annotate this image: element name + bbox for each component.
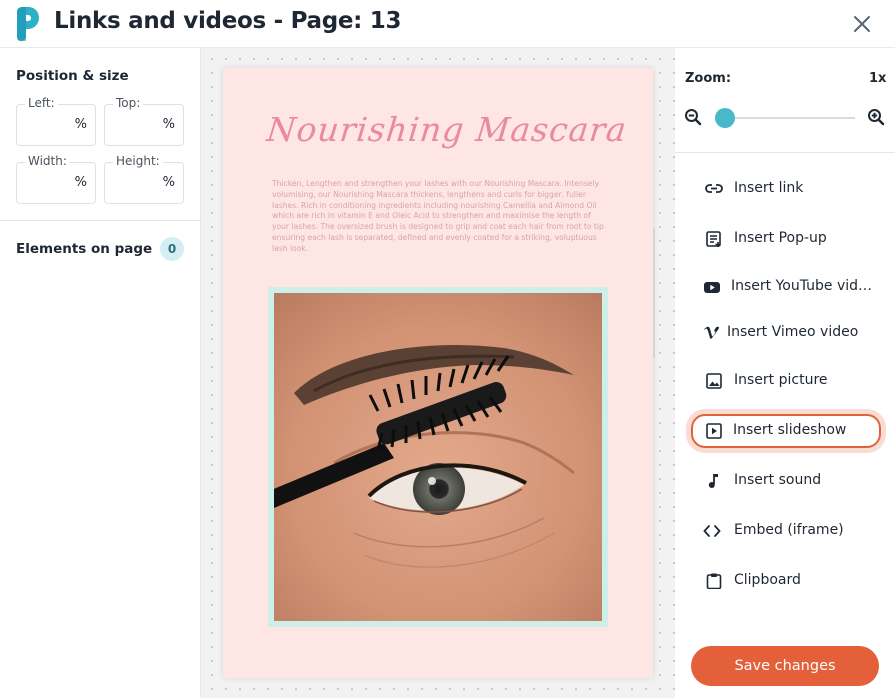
dialog-header: Links and videos - Page: 13 <box>0 0 895 48</box>
insert-sound-label: Insert sound <box>734 472 822 488</box>
height-field[interactable]: Height: % <box>104 154 184 204</box>
code-icon <box>703 525 721 537</box>
page-preview-title: Nourishing Mascara <box>264 110 630 149</box>
height-field-label: Height: <box>113 154 163 168</box>
height-field-unit: % <box>162 175 175 190</box>
left-field-label: Left: <box>25 96 58 110</box>
insert-slideshow-label: Insert slideshow <box>733 422 847 438</box>
slideshow-icon <box>706 423 722 439</box>
zoom-in-icon[interactable] <box>867 108 885 126</box>
insert-link-label: Insert link <box>734 180 804 196</box>
elements-on-page-title: Elements on page <box>16 241 153 257</box>
zoom-value: 1x <box>869 71 887 86</box>
clipboard-button[interactable]: Clipboard <box>691 564 881 598</box>
insert-slideshow-button[interactable]: Insert slideshow <box>691 414 881 448</box>
top-field[interactable]: Top: % <box>104 96 184 146</box>
right-divider <box>675 152 895 153</box>
left-divider <box>0 220 201 221</box>
zoom-slider-track[interactable] <box>715 117 855 119</box>
clipboard-label: Clipboard <box>734 572 801 588</box>
width-field-unit: % <box>74 175 87 190</box>
zoom-out-icon[interactable] <box>684 108 702 126</box>
insert-popup-button[interactable]: Insert Pop-up <box>691 222 881 256</box>
insert-picture-label: Insert picture <box>734 372 828 388</box>
clipboard-icon <box>706 573 722 589</box>
insert-picture-button[interactable]: Insert picture <box>691 364 881 398</box>
picture-icon <box>706 373 722 389</box>
insert-youtube-label: Insert YouTube video <box>731 278 873 294</box>
youtube-icon <box>704 282 720 293</box>
close-icon[interactable] <box>850 12 874 36</box>
save-changes-button[interactable]: Save changes <box>691 646 879 686</box>
popup-icon <box>706 231 721 247</box>
position-size-title: Position & size <box>16 68 129 84</box>
right-panel: Zoom: 1x Insert link Insert Pop-up Inser… <box>675 48 895 698</box>
zoom-slider-thumb[interactable] <box>715 108 735 128</box>
left-panel: Position & size Left: % Top: % Width: % … <box>0 48 201 698</box>
width-field[interactable]: Width: % <box>16 154 96 204</box>
embed-iframe-button[interactable]: Embed (iframe) <box>691 514 881 548</box>
left-field-unit: % <box>74 117 87 132</box>
insert-vimeo-button[interactable]: Insert Vimeo video <box>691 316 881 350</box>
insert-vimeo-label: Insert Vimeo video <box>727 324 859 340</box>
page-preview[interactable]: Nourishing Mascara Thicken, Lengthen and… <box>223 68 653 678</box>
embed-iframe-label: Embed (iframe) <box>734 522 844 538</box>
publuu-logo <box>17 7 39 41</box>
page-canvas[interactable]: Nourishing Mascara Thicken, Lengthen and… <box>201 48 675 698</box>
dialog-title: Links and videos - Page: 13 <box>54 8 402 34</box>
top-field-label: Top: <box>113 96 144 110</box>
insert-popup-label: Insert Pop-up <box>734 230 827 246</box>
left-field[interactable]: Left: % <box>16 96 96 146</box>
music-note-icon <box>708 474 718 488</box>
top-field-unit: % <box>162 117 175 132</box>
zoom-label: Zoom: <box>685 71 732 86</box>
insert-youtube-button[interactable]: Insert YouTube video <box>691 270 881 304</box>
mascara-photo <box>274 293 602 621</box>
photo-frame <box>268 287 608 627</box>
insert-link-button[interactable]: Insert link <box>691 172 881 206</box>
vimeo-icon <box>704 326 720 339</box>
page-preview-body: Thicken, Lengthen and strengthen your la… <box>272 179 604 253</box>
elements-count-badge: 0 <box>160 237 184 261</box>
width-field-label: Width: <box>25 154 70 168</box>
link-icon <box>705 184 723 193</box>
insert-sound-button[interactable]: Insert sound <box>691 464 881 498</box>
